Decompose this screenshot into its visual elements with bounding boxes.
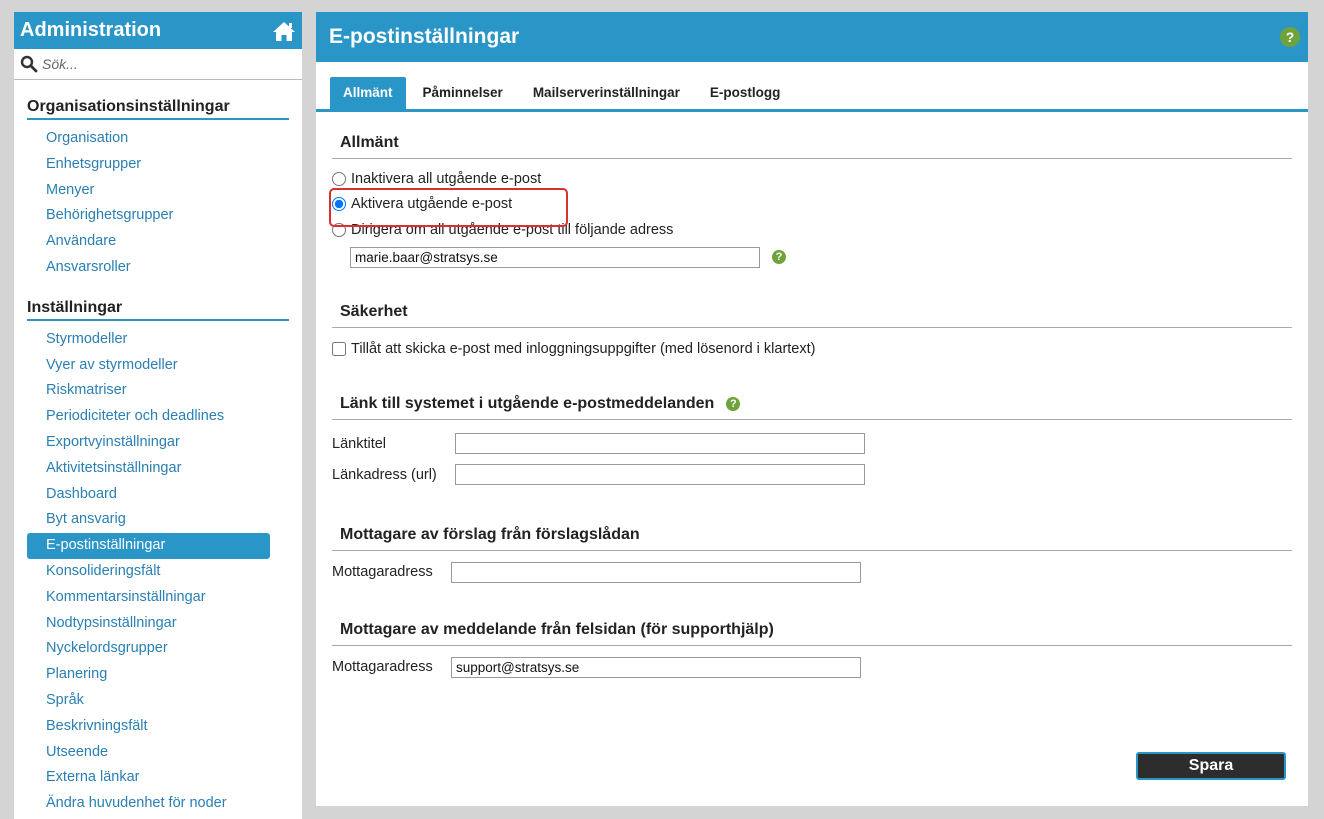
section-title: Organisationsinställningar xyxy=(27,98,289,120)
link-title-row: Länktitel xyxy=(332,428,1292,459)
section-link-title: Länk till systemet i utgående e-postmedd… xyxy=(332,395,1292,420)
redirect-row: ? xyxy=(350,244,1292,270)
sidebar-item-riskmatriser[interactable]: Riskmatriser xyxy=(27,378,270,404)
allow-credentials-checkbox[interactable] xyxy=(332,342,346,356)
radio-label: Inaktivera all utgående e-post xyxy=(351,170,542,187)
tab-paminnelser[interactable]: Påminnelser xyxy=(410,77,516,109)
highlight-box xyxy=(329,188,568,227)
sidebar-section-organisation: Organisationsinställningar Organisation … xyxy=(27,98,289,281)
search-input[interactable] xyxy=(42,56,282,72)
radio-disable-mail[interactable] xyxy=(332,171,346,186)
sidebar-item-periodiciteter[interactable]: Periodiciteter och deadlines xyxy=(27,404,270,430)
sidebar-item-externa-lankar[interactable]: Externa länkar xyxy=(27,765,270,791)
sidebar-item-organisation[interactable]: Organisation xyxy=(27,126,270,152)
suggestions-label: Mottagaradress xyxy=(332,564,433,580)
sidebar-title: Administration xyxy=(20,19,162,41)
sidebar-header: Administration xyxy=(14,12,302,49)
errors-row: Mottagaradress xyxy=(332,654,1292,680)
tab-mailserver[interactable]: Mailserverinställningar xyxy=(520,77,693,109)
section-title: Inställningar xyxy=(27,299,289,321)
tab-bar: Allmänt Påminnelser Mailserverinställnin… xyxy=(316,77,1308,112)
link-title-input[interactable] xyxy=(455,433,865,454)
sidebar-item-ansvarsroller[interactable]: Ansvarsroller xyxy=(27,255,270,281)
section-link-title-text: Länk till systemet i utgående e-postmedd… xyxy=(340,395,715,412)
sidebar: Administration Organisationsinställninga… xyxy=(14,12,302,819)
suggestions-address-input[interactable] xyxy=(451,561,861,583)
sidebar-item-exportvy[interactable]: Exportvyinställningar xyxy=(27,430,270,456)
sidebar-item-nodtyp[interactable]: Nodtypsinställningar xyxy=(27,611,270,637)
sidebar-item-konsolidering[interactable]: Konsolideringsfält xyxy=(27,559,270,585)
sidebar-search xyxy=(14,49,302,80)
section-security-title: Säkerhet xyxy=(332,303,1292,328)
settings-content: Allmänt Inaktivera all utgående e-post A… xyxy=(329,126,1292,780)
sidebar-item-vyer[interactable]: Vyer av styrmodeller xyxy=(27,353,270,379)
link-title-label: Länktitel xyxy=(332,435,387,452)
errors-address-input[interactable] xyxy=(451,656,861,678)
search-icon xyxy=(20,55,38,73)
errors-label: Mottagaradress xyxy=(332,659,433,675)
sidebar-item-styrmodeller[interactable]: Styrmodeller xyxy=(27,327,270,353)
link-url-input[interactable] xyxy=(455,464,865,485)
redirect-address-input[interactable] xyxy=(350,246,760,268)
sidebar-item-menyer[interactable]: Menyer xyxy=(27,178,270,204)
tab-allmant[interactable]: Allmänt xyxy=(330,77,406,109)
sidebar-item-sprak[interactable]: Språk xyxy=(27,688,270,714)
sidebar-item-byt-ansvarig[interactable]: Byt ansvarig xyxy=(27,507,270,533)
help-icon[interactable]: ? xyxy=(726,397,741,411)
sidebar-item-andra-huvudenhet[interactable]: Ändra huvudenhet för noder xyxy=(27,791,270,817)
sidebar-item-planering[interactable]: Planering xyxy=(27,662,270,688)
help-icon[interactable]: ? xyxy=(1280,27,1300,47)
link-url-row: Länkadress (url) xyxy=(332,459,1292,490)
sidebar-item-enhetsgrupper[interactable]: Enhetsgrupper xyxy=(27,152,270,178)
help-icon[interactable]: ? xyxy=(772,250,786,264)
section-suggestions-title: Mottagare av förslag från förslagslådan xyxy=(332,526,1292,551)
main-header: E-postinställningar ? xyxy=(316,12,1308,62)
home-icon[interactable] xyxy=(272,20,296,42)
sidebar-item-e-post[interactable]: E-postinställningar xyxy=(27,533,270,559)
save-button[interactable]: Spara xyxy=(1136,752,1286,780)
link-url-label: Länkadress (url) xyxy=(332,466,437,483)
checkbox-label: Tillåt att skicka e-post med inloggnings… xyxy=(351,341,816,357)
sidebar-item-anvandare[interactable]: Användare xyxy=(27,229,270,255)
sidebar-item-nyckelord[interactable]: Nyckelordsgrupper xyxy=(27,636,270,662)
sidebar-section-installningar: Inställningar Styrmodeller Vyer av styrm… xyxy=(27,299,289,817)
section-general-title: Allmänt xyxy=(332,134,1292,159)
sidebar-item-aktivitet[interactable]: Aktivitetsinställningar xyxy=(27,456,270,482)
suggestions-row: Mottagaradress xyxy=(332,559,1292,585)
tab-e-postlogg[interactable]: E-postlogg xyxy=(697,77,794,109)
sidebar-item-utseende[interactable]: Utseende xyxy=(27,740,270,766)
page-title: E-postinställningar xyxy=(329,25,520,48)
main-panel: E-postinställningar ? Allmänt Påminnelse… xyxy=(316,12,1308,806)
security-row: Tillåt att skicka e-post med inloggnings… xyxy=(332,336,1292,362)
sidebar-item-dashboard[interactable]: Dashboard xyxy=(27,482,270,508)
sidebar-item-behorighetsgrupper[interactable]: Behörighetsgrupper xyxy=(27,203,270,229)
sidebar-item-beskrivning[interactable]: Beskrivningsfält xyxy=(27,714,270,740)
section-errors-title: Mottagare av meddelande från felsidan (f… xyxy=(332,621,1292,646)
sidebar-item-kommentar[interactable]: Kommentarsinställningar xyxy=(27,585,270,611)
